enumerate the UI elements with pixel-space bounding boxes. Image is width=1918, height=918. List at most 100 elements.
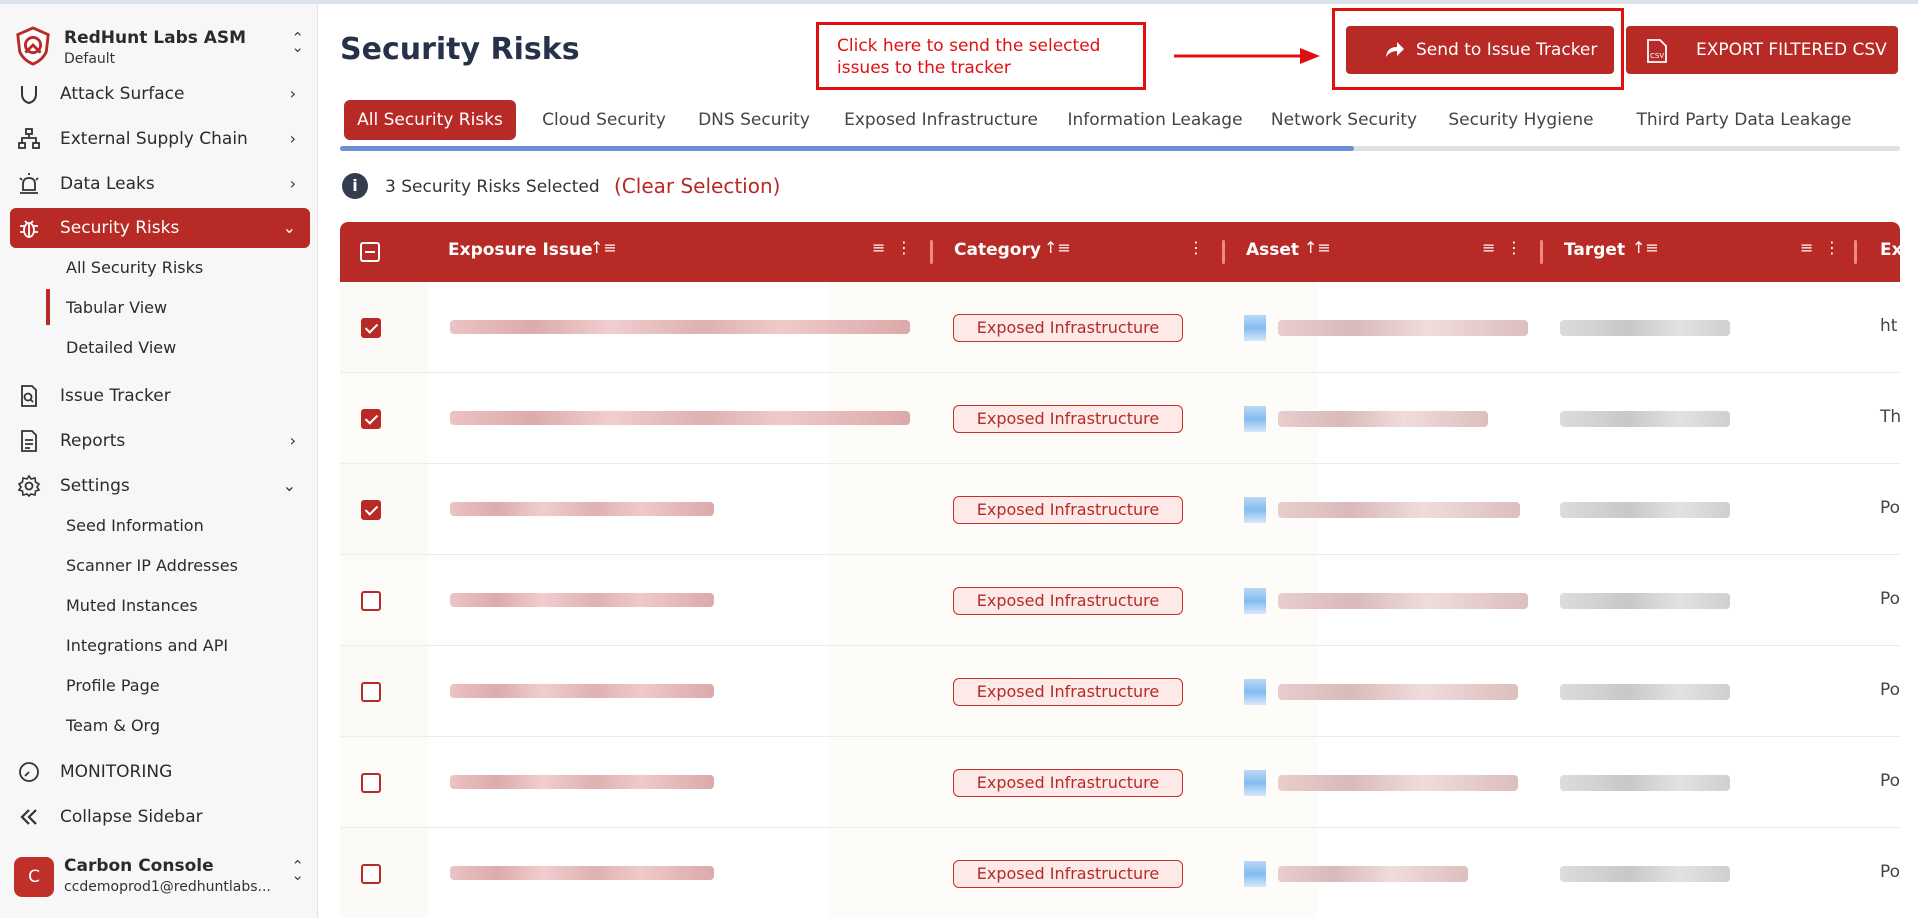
workspace-name: Default [64, 51, 116, 67]
csv-file-icon: CSV [1647, 39, 1667, 63]
sort-icon[interactable]: ↑≡ [590, 238, 617, 257]
column-header-asset[interactable]: Asset [1246, 240, 1299, 260]
checkbox-cell [340, 737, 428, 827]
sidebar-item-security-risks[interactable]: Security Risks ⌄ [10, 208, 310, 248]
redacted-asset-text [1278, 502, 1520, 518]
row-checkbox[interactable] [361, 682, 381, 702]
tab-scrollbar-thumb[interactable] [340, 146, 1354, 151]
row-checkbox[interactable] [361, 318, 381, 338]
column-header-category[interactable]: Category [954, 240, 1041, 260]
sidebar-subitem-scanner-ip-addresses[interactable]: Scanner IP Addresses [66, 556, 238, 575]
column-resizer[interactable] [1854, 240, 1857, 264]
sort-icon[interactable]: ↑≡ [1044, 238, 1071, 257]
table-row[interactable]: Exposed Infrastructure Th [340, 373, 1900, 464]
tab-dns-security[interactable]: DNS Security [690, 100, 818, 140]
column-header-extra[interactable]: Ex [1880, 240, 1900, 260]
row-checkbox[interactable] [361, 773, 381, 793]
sidebar-item-issue-tracker[interactable]: Issue Tracker [10, 376, 310, 416]
row-checkbox[interactable] [361, 864, 381, 884]
brand-name: RedHunt Labs ASM [64, 28, 247, 48]
tab-exposed-infrastructure[interactable]: Exposed Infrastructure [838, 100, 1044, 140]
table-row[interactable]: Exposed Infrastructure Po [340, 828, 1900, 918]
more-vertical-icon[interactable]: ⋮ [1188, 238, 1204, 257]
extra-cell-text: Po [1880, 589, 1900, 609]
sidebar-item-monitoring[interactable]: MONITORING [10, 752, 310, 792]
column-header-exposure-issue[interactable]: Exposure Issue [448, 240, 593, 260]
redacted-issue-text [450, 866, 714, 880]
selection-count: 3 Security Risks Selected [385, 177, 600, 197]
extra-cell-text: Po [1880, 680, 1900, 700]
column-resizer[interactable] [1540, 240, 1543, 264]
sidebar-subitem-muted-instances[interactable]: Muted Instances [66, 596, 198, 615]
table-row[interactable]: Exposed Infrastructure Po [340, 646, 1900, 737]
column-resizer[interactable] [1222, 240, 1225, 264]
export-button-label: EXPORT FILTERED CSV [1696, 40, 1887, 60]
redacted-asset-text [1278, 593, 1528, 609]
redacted-asset-text [1278, 775, 1518, 791]
sidebar-subitem-team-and-org[interactable]: Team & Org [66, 716, 160, 735]
asset-favicon [1244, 679, 1266, 705]
table-row[interactable]: Exposed Infrastructure ht [340, 282, 1900, 373]
extra-cell-text: Po [1880, 862, 1900, 882]
asset-favicon [1244, 588, 1266, 614]
filter-icon[interactable]: ≡ [872, 238, 885, 257]
sidebar-subitem-integrations-and-api[interactable]: Integrations and API [66, 636, 228, 655]
table-row[interactable]: Exposed Infrastructure Po [340, 737, 1900, 828]
asset-favicon [1244, 497, 1266, 523]
filter-icon[interactable]: ≡ [1482, 238, 1495, 257]
checkbox-cell [340, 555, 428, 645]
send-to-issue-tracker-button[interactable]: Send to Issue Tracker [1346, 26, 1614, 74]
tab-network-security[interactable]: Network Security [1266, 100, 1422, 140]
tab-information-leakage[interactable]: Information Leakage [1062, 100, 1248, 140]
sidebar-item-attack-surface[interactable]: Attack Surface › [10, 74, 310, 114]
table-row[interactable]: Exposed Infrastructure Po [340, 555, 1900, 646]
more-vertical-icon[interactable]: ⋮ [896, 238, 912, 257]
sidebar-subitem-tabular-view[interactable]: Tabular View [66, 298, 167, 317]
tab-scrollbar[interactable] [340, 146, 1900, 151]
security-risks-table: Exposure Issue ↑≡ ≡ ⋮ Category ↑≡ ⋮ Asse… [340, 222, 1900, 918]
row-checkbox[interactable] [361, 591, 381, 611]
sidebar-item-data-leaks[interactable]: Data Leaks › [10, 164, 310, 204]
workspace-switcher[interactable]: RedHunt Labs ASM Default ⌃ ⌄ [14, 24, 310, 74]
sidebar-item-label: External Supply Chain [60, 129, 248, 149]
select-all-checkbox[interactable] [360, 242, 380, 262]
sidebar-subitem-profile-page[interactable]: Profile Page [66, 676, 160, 695]
sidebar-item-label: Collapse Sidebar [60, 807, 203, 827]
column-header-target[interactable]: Target [1564, 240, 1625, 260]
extra-cell-text: Th [1880, 407, 1900, 427]
sidebar-subitem-seed-information[interactable]: Seed Information [66, 516, 204, 535]
row-checkbox[interactable] [361, 500, 381, 520]
tab-cloud-security[interactable]: Cloud Security [532, 100, 676, 140]
sidebar-item-settings[interactable]: Settings ⌄ [10, 466, 310, 506]
annotation-arrow-icon [1174, 48, 1320, 64]
column-resizer[interactable] [930, 240, 933, 264]
row-checkbox[interactable] [361, 409, 381, 429]
user-menu[interactable]: C Carbon Console ccdemoprod1@redhuntlabs… [14, 854, 310, 904]
sidebar-subitem-detailed-view[interactable]: Detailed View [66, 338, 176, 357]
sidebar-item-label: MONITORING [60, 762, 173, 782]
collapse-sidebar-button[interactable]: Collapse Sidebar [10, 797, 310, 837]
more-vertical-icon[interactable]: ⋮ [1506, 238, 1522, 257]
sort-icon[interactable]: ↑≡ [1304, 238, 1331, 257]
tab-security-hygiene[interactable]: Security Hygiene [1440, 100, 1602, 140]
category-badge: Exposed Infrastructure [953, 769, 1183, 797]
double-chevron-left-icon [20, 809, 37, 825]
tab-all-security-risks[interactable]: All Security Risks [344, 100, 516, 140]
sidebar-item-reports[interactable]: Reports › [10, 421, 310, 461]
table-row[interactable]: Exposed Infrastructure Po [340, 464, 1900, 555]
sort-icon[interactable]: ↑≡ [1632, 238, 1659, 257]
filter-icon[interactable]: ≡ [1800, 238, 1813, 257]
category-badge: Exposed Infrastructure [953, 496, 1183, 524]
tab-third-party-data-leakage[interactable]: Third Party Data Leakage [1616, 100, 1872, 140]
asset-favicon [1244, 861, 1266, 887]
checkbox-cell [340, 828, 428, 918]
export-filtered-csv-button[interactable]: CSV EXPORT FILTERED CSV [1626, 26, 1898, 74]
clear-selection-link[interactable]: (Clear Selection) [614, 174, 780, 198]
sidebar-item-external-supply-chain[interactable]: External Supply Chain › [10, 119, 310, 159]
more-vertical-icon[interactable]: ⋮ [1824, 238, 1840, 257]
share-arrow-icon [1386, 42, 1404, 57]
sidebar-subitem-all-security-risks[interactable]: All Security Risks [66, 258, 203, 277]
table-header: Exposure Issue ↑≡ ≡ ⋮ Category ↑≡ ⋮ Asse… [340, 222, 1900, 282]
sidebar-item-label: Issue Tracker [60, 386, 171, 406]
chevron-down-icon: ⌄ [282, 476, 296, 495]
